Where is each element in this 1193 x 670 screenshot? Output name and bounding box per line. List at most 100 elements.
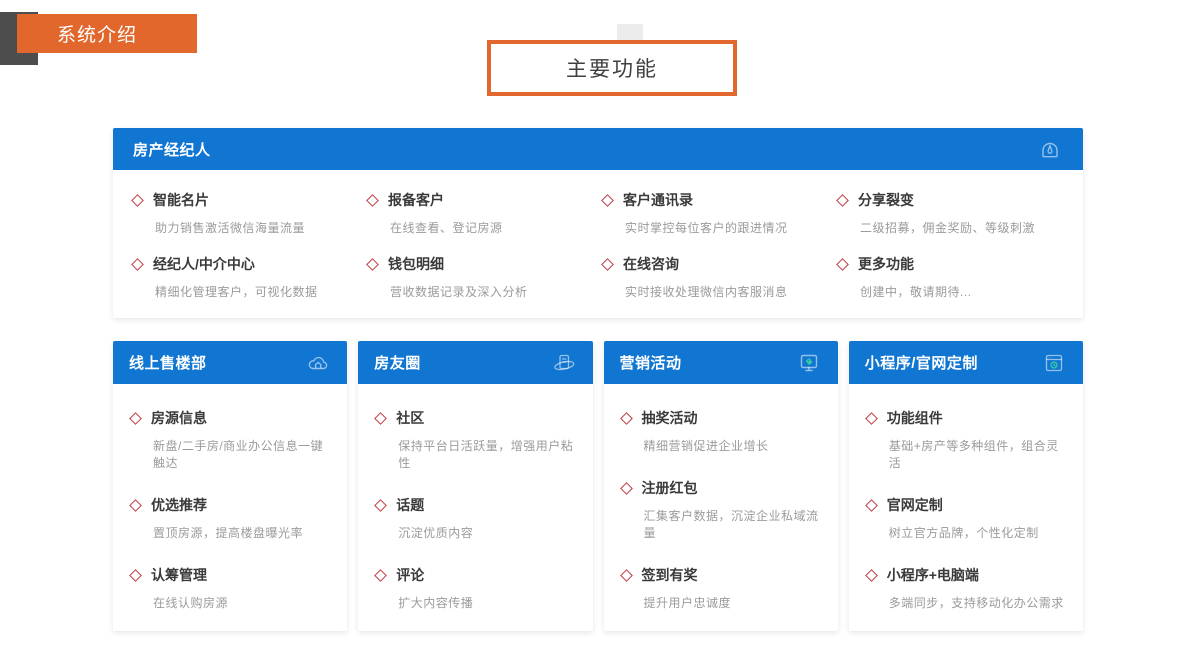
card-title: 小程序/官网定制	[865, 352, 978, 373]
feature-title: 评论	[396, 565, 424, 585]
feature-desc: 树立官方品牌，个性化定制	[865, 524, 1067, 541]
feature-title: 报备客户	[388, 190, 444, 210]
diamond-bullet-icon	[131, 258, 144, 271]
feature-title: 官网定制	[887, 495, 943, 515]
feature-item: 签到有奖 提升用户忠诚度	[620, 561, 822, 615]
card-online-sales-office: 线上售楼部 房源信息 新盘/二手房/商业办公信息一键触达 优选推荐 置顶房源，提…	[113, 341, 347, 631]
diamond-bullet-icon	[601, 194, 614, 207]
card-body: 智能名片 助力销售激活微信海量流量 报备客户 在线查看、登记房源 客户通讯录 实…	[113, 170, 1083, 318]
feature-item: 分享裂变 二级招募，佣金奖励、等级刺激	[836, 186, 1065, 240]
feature-desc: 扩大内容传播	[374, 594, 576, 611]
feature-desc: 精细营销促进企业增长	[620, 437, 822, 454]
feature-item: 优选推荐 置顶房源，提高楼盘曝光率	[129, 491, 331, 545]
feature-item: 话题 沉淀优质内容	[374, 491, 576, 545]
feature-title: 经纪人/中介中心	[153, 254, 255, 274]
card-title: 营销活动	[620, 352, 682, 373]
diamond-bullet-icon	[601, 258, 614, 271]
gauge-icon	[1037, 136, 1063, 162]
diamond-bullet-icon	[865, 499, 878, 512]
diamond-bullet-icon	[129, 499, 142, 512]
diamond-bullet-icon	[836, 258, 849, 271]
feature-item: 注册红包 汇集客户数据，沉淀企业私域流量	[620, 474, 822, 545]
feature-title: 在线咨询	[623, 254, 679, 274]
card-body: 功能组件 基础+房产等多种组件，组合灵活 官网定制 树立官方品牌，个性化定制 小…	[849, 384, 1083, 631]
card-title: 房友圈	[374, 352, 421, 373]
feature-item: 认筹管理 在线认购房源	[129, 561, 331, 615]
card-header: 小程序/官网定制	[849, 341, 1083, 384]
feature-item: 官网定制 树立官方品牌，个性化定制	[865, 491, 1067, 545]
card-marketing-activities: 营销活动 抽奖活动 精细营销促进企业增长 注册红包 汇	[604, 341, 838, 631]
diamond-bullet-icon	[836, 194, 849, 207]
feature-desc: 在线查看、登记房源	[366, 219, 595, 236]
diamond-bullet-icon	[865, 412, 878, 425]
feature-desc: 二级招募，佣金奖励、等级刺激	[836, 219, 1065, 236]
community-orbit-icon	[551, 350, 577, 376]
feature-desc: 实时接收处理微信内客服消息	[601, 283, 830, 300]
diamond-bullet-icon	[374, 412, 387, 425]
card-header: 营销活动	[604, 341, 838, 384]
diamond-bullet-icon	[366, 258, 379, 271]
diamond-bullet-icon	[865, 569, 878, 582]
feature-item: 钱包明细 营收数据记录及深入分析	[366, 250, 595, 304]
feature-title: 更多功能	[858, 254, 914, 274]
diamond-bullet-icon	[129, 412, 142, 425]
feature-title: 签到有奖	[642, 565, 698, 585]
card-real-estate-agent: 房产经纪人 智能名片 助力销售激活微信海量流量 报备客户 在线查看、登记房源 客…	[113, 128, 1083, 318]
feature-item: 评论 扩大内容传播	[374, 561, 576, 615]
diamond-bullet-icon	[620, 482, 633, 495]
card-body: 抽奖活动 精细营销促进企业增长 注册红包 汇集客户数据，沉淀企业私域流量 签到有…	[604, 384, 838, 631]
feature-desc: 基础+房产等多种组件，组合灵活	[865, 437, 1067, 471]
feature-item: 智能名片 助力销售激活微信海量流量	[131, 186, 360, 240]
card-body: 社区 保持平台日活跃量，增强用户粘性 话题 沉淀优质内容 评论 扩大内容传播	[358, 384, 592, 631]
feature-desc: 多端同步，支持移动化办公需求	[865, 594, 1067, 611]
card-housing-friends-circle: 房友圈 社区 保持平台日活跃量，增强用户粘性 话题 沉淀优质内容	[358, 341, 592, 631]
card-header: 房产经纪人	[113, 128, 1083, 170]
diamond-bullet-icon	[620, 412, 633, 425]
browser-window-icon	[1041, 350, 1067, 376]
feature-item: 客户通讯录 实时掌控每位客户的跟进情况	[601, 186, 830, 240]
feature-desc: 营收数据记录及深入分析	[366, 283, 595, 300]
feature-title: 优选推荐	[151, 495, 207, 515]
feature-item: 社区 保持平台日活跃量，增强用户粘性	[374, 404, 576, 475]
card-title: 线上售楼部	[129, 352, 207, 373]
card-title: 房产经纪人	[133, 139, 211, 160]
feature-item: 抽奖活动 精细营销促进企业增长	[620, 404, 822, 458]
section-title: 主要功能	[487, 40, 737, 96]
diamond-bullet-icon	[366, 194, 379, 207]
card-body: 房源信息 新盘/二手房/商业办公信息一键触达 优选推荐 置顶房源，提高楼盘曝光率…	[113, 384, 347, 631]
diamond-bullet-icon	[374, 569, 387, 582]
card-header: 线上售楼部	[113, 341, 347, 384]
cloud-house-icon	[305, 350, 331, 376]
page-title-badge: 系统介绍	[17, 14, 197, 53]
cards-row: 线上售楼部 房源信息 新盘/二手房/商业办公信息一键触达 优选推荐 置顶房源，提…	[113, 341, 1083, 631]
feature-title: 认筹管理	[151, 565, 207, 585]
feature-desc: 实时掌控每位客户的跟进情况	[601, 219, 830, 236]
feature-desc: 新盘/二手房/商业办公信息一键触达	[129, 437, 331, 471]
slide: 系统介绍 主要功能 房产经纪人 智能名片 助力销售激活微信海量流量 报备客户 在…	[0, 0, 1193, 670]
diamond-bullet-icon	[620, 569, 633, 582]
card-header: 房友圈	[358, 341, 592, 384]
diamond-bullet-icon	[129, 569, 142, 582]
feature-desc: 创建中，敬请期待...	[836, 283, 1065, 300]
feature-title: 客户通讯录	[623, 190, 693, 210]
monitor-tag-icon	[796, 350, 822, 376]
feature-item: 更多功能 创建中，敬请期待...	[836, 250, 1065, 304]
feature-title: 智能名片	[153, 190, 209, 210]
feature-item: 在线咨询 实时接收处理微信内客服消息	[601, 250, 830, 304]
feature-desc: 保持平台日活跃量，增强用户粘性	[374, 437, 576, 471]
feature-item: 功能组件 基础+房产等多种组件，组合灵活	[865, 404, 1067, 475]
feature-desc: 精细化管理客户，可视化数据	[131, 283, 360, 300]
feature-title: 房源信息	[151, 408, 207, 428]
feature-item: 小程序+电脑端 多端同步，支持移动化办公需求	[865, 561, 1067, 615]
feature-desc: 汇集客户数据，沉淀企业私域流量	[620, 507, 822, 541]
feature-desc: 助力销售激活微信海量流量	[131, 219, 360, 236]
feature-desc: 沉淀优质内容	[374, 524, 576, 541]
feature-title: 小程序+电脑端	[887, 565, 979, 585]
feature-item: 房源信息 新盘/二手房/商业办公信息一键触达	[129, 404, 331, 475]
card-miniprogram-website-custom: 小程序/官网定制 功能组件 基础+房产等多种组件，组合灵活	[849, 341, 1083, 631]
feature-desc: 提升用户忠诚度	[620, 594, 822, 611]
feature-title: 钱包明细	[388, 254, 444, 274]
feature-item: 报备客户 在线查看、登记房源	[366, 186, 595, 240]
feature-title: 抽奖活动	[642, 408, 698, 428]
feature-title: 功能组件	[887, 408, 943, 428]
